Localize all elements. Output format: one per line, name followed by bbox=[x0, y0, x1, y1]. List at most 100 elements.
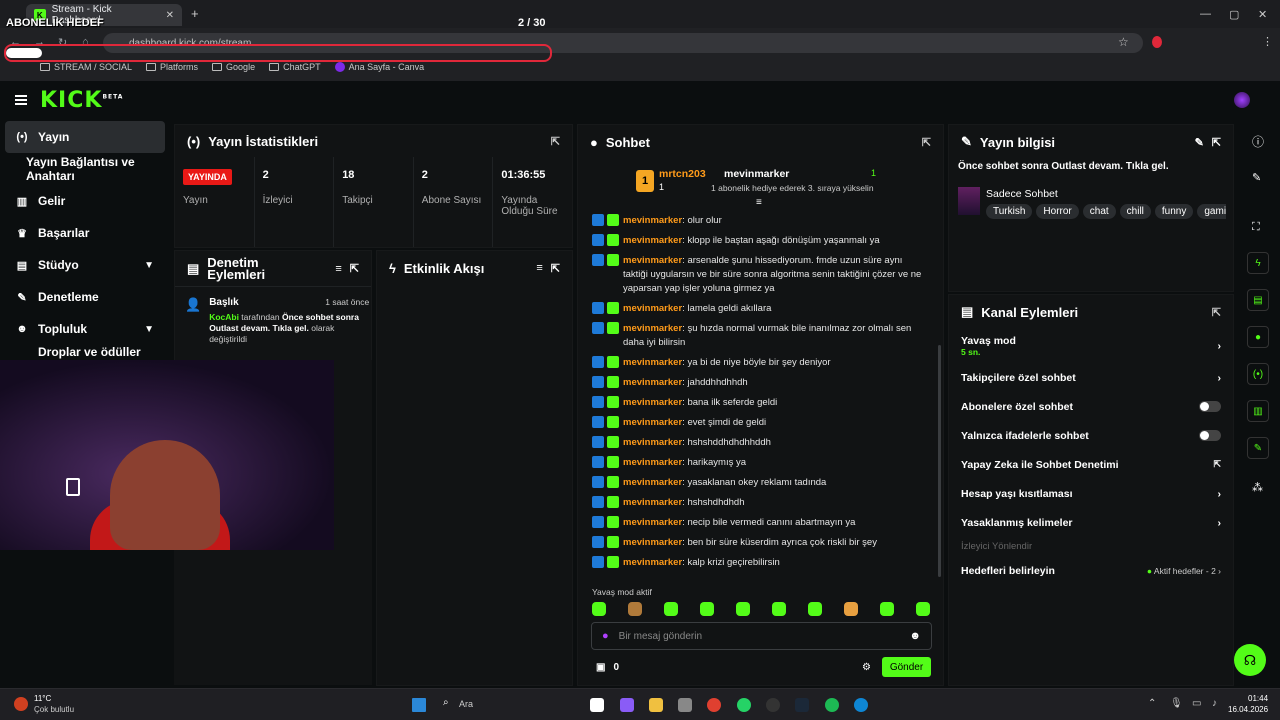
tag[interactable]: chill bbox=[1119, 204, 1151, 219]
star-icon[interactable]: ☆ bbox=[1118, 35, 1129, 49]
bookmark-canva[interactable]: Ana Sayfa - Canva bbox=[334, 62, 424, 72]
chat-username[interactable]: mevinmarker bbox=[623, 417, 682, 428]
obs-icon[interactable] bbox=[766, 698, 780, 712]
sidebar-item-topluluk[interactable]: ☻ Topluluk ▼ bbox=[0, 313, 172, 345]
chat-username[interactable]: mevinmarker bbox=[623, 537, 682, 548]
spotify-icon[interactable] bbox=[825, 698, 839, 712]
rail-lightning-icon[interactable]: ϟ bbox=[1247, 252, 1269, 274]
volume-icon[interactable]: ♪ bbox=[1212, 698, 1217, 709]
emoji-icon[interactable]: ☻ bbox=[909, 630, 921, 642]
chrome-icon[interactable] bbox=[707, 698, 721, 712]
slow-mode-row[interactable]: Yavaş mod 5 sn. › bbox=[949, 329, 1233, 363]
filter-icon[interactable]: ≡ bbox=[335, 263, 341, 275]
expand-icon[interactable]: ≡ bbox=[756, 197, 762, 208]
chat-input[interactable]: ● Bir mesaj gönderin ☻ bbox=[591, 622, 932, 650]
avatar[interactable] bbox=[1234, 92, 1250, 108]
popout-icon[interactable]: ⇱ bbox=[922, 136, 931, 149]
emote-icon[interactable] bbox=[592, 602, 606, 616]
chat-username[interactable]: mevinmarker bbox=[623, 235, 682, 246]
chat-message[interactable]: mevinmarker: şu hızda normal vurmak bile… bbox=[578, 319, 938, 353]
bookmark-stream-social[interactable]: STREAM / SOCIAL bbox=[40, 62, 132, 72]
chat-message[interactable]: mevinmarker: ben bir süre küserdim ayrıc… bbox=[578, 533, 938, 553]
rail-chat-icon[interactable]: ● bbox=[1247, 326, 1269, 348]
rail-sliders-icon[interactable]: ▥ bbox=[1247, 400, 1269, 422]
tag[interactable]: Turkish bbox=[986, 204, 1033, 219]
chat-username[interactable]: mevinmarker bbox=[623, 497, 682, 508]
points-display[interactable]: ▣ 0 bbox=[596, 662, 619, 673]
emote-icon[interactable] bbox=[736, 602, 750, 616]
support-headset-icon[interactable]: ☊ bbox=[1234, 644, 1266, 676]
extension-icon[interactable] bbox=[1152, 36, 1162, 48]
followers-only-row[interactable]: Takipçilere özel sohbet › bbox=[949, 363, 1233, 392]
sidebar-item-yayin[interactable]: (•) Yayın bbox=[5, 121, 165, 153]
emote-icon[interactable] bbox=[628, 602, 642, 616]
chat-message[interactable]: mevinmarker: necip bile vermedi canını a… bbox=[578, 513, 938, 533]
minimize-icon[interactable]: — bbox=[1200, 8, 1211, 20]
app-icon[interactable] bbox=[590, 698, 604, 712]
chat-message[interactable]: mevinmarker: bana ilk seferde geldi bbox=[578, 393, 938, 413]
emote-icon[interactable] bbox=[700, 602, 714, 616]
chat-message[interactable]: mevinmarker: harikaymış ya bbox=[578, 453, 938, 473]
popout-icon[interactable]: ⇱ bbox=[350, 262, 359, 275]
chat-scrollbar[interactable] bbox=[938, 345, 941, 577]
sidebar-item-droplar[interactable]: Droplar ve ödüller bbox=[0, 345, 172, 359]
edit-icon[interactable]: ✎ bbox=[1252, 171, 1261, 184]
bookmark-platforms[interactable]: Platforms bbox=[146, 62, 198, 72]
steam-icon[interactable] bbox=[795, 698, 809, 712]
copilot-icon[interactable] bbox=[620, 698, 634, 712]
chat-username[interactable]: mevinmarker bbox=[623, 357, 682, 368]
tag[interactable]: Horror bbox=[1036, 204, 1079, 219]
tag[interactable]: chat bbox=[1082, 204, 1116, 219]
chat-username[interactable]: mevinmarker bbox=[623, 557, 682, 568]
windows-start-icon[interactable] bbox=[412, 698, 426, 712]
emote-icon[interactable] bbox=[844, 602, 858, 616]
sidebar-item-basarilar[interactable]: ♛ Başarılar bbox=[0, 217, 172, 249]
menu-dots-icon[interactable]: ⋮ bbox=[1262, 35, 1273, 48]
emotes-only-toggle[interactable] bbox=[1199, 430, 1221, 441]
emote-icon[interactable] bbox=[772, 602, 786, 616]
chat-message[interactable]: mevinmarker: jahddhhdhhdh bbox=[578, 373, 938, 393]
info-icon[interactable]: ⓘ bbox=[1252, 133, 1264, 150]
edit-pencil-icon[interactable]: ✎ bbox=[1195, 136, 1204, 149]
emote-icon[interactable] bbox=[916, 602, 930, 616]
chat-username[interactable]: mevinmarker bbox=[623, 437, 682, 448]
whatsapp-icon[interactable] bbox=[737, 698, 751, 712]
chat-username[interactable]: mevinmarker bbox=[623, 323, 682, 334]
hamburger-menu-icon[interactable] bbox=[15, 95, 27, 105]
settings-icon[interactable] bbox=[678, 698, 692, 712]
explorer-icon[interactable] bbox=[649, 698, 663, 712]
fullscreen-icon[interactable]: ⛶ bbox=[1252, 221, 1260, 234]
chat-username[interactable]: mevinmarker bbox=[623, 255, 682, 266]
tag[interactable]: gaming bbox=[1197, 204, 1226, 219]
chat-message[interactable]: mevinmarker: yasaklanan okey reklamı tad… bbox=[578, 473, 938, 493]
users-icon[interactable]: ⁂ bbox=[1252, 481, 1263, 494]
goals-row[interactable]: Hedefleri belirleyin ● Aktif hedefler - 2… bbox=[949, 556, 1233, 585]
chat-message[interactable]: mevinmarker: ya bi de niye böyle bir şey… bbox=[578, 353, 938, 373]
chat-message[interactable]: mevinmarker: klopp ile baştan aşağı dönü… bbox=[578, 231, 938, 251]
tray-chevron-icon[interactable]: ⌃ bbox=[1148, 698, 1156, 709]
popout-icon[interactable]: ⇱ bbox=[1212, 306, 1221, 319]
new-tab-icon[interactable]: + bbox=[191, 6, 199, 21]
tag[interactable]: funny bbox=[1154, 204, 1194, 219]
settings-gear-icon[interactable]: ⚙ bbox=[862, 662, 871, 673]
popout-icon[interactable]: ⇱ bbox=[551, 262, 560, 275]
emote-icon[interactable] bbox=[808, 602, 822, 616]
close-tab-icon[interactable]: ✕ bbox=[166, 10, 174, 21]
filter-icon[interactable]: ≡ bbox=[536, 262, 542, 274]
kick-logo[interactable]: KICKBETA bbox=[40, 88, 123, 113]
mic-tray-icon[interactable]: 🎙 bbox=[1170, 698, 1183, 709]
popout-icon[interactable]: ⇱ bbox=[1212, 136, 1221, 149]
chat-username[interactable]: mevinmarker bbox=[623, 303, 682, 314]
subs-only-toggle[interactable] bbox=[1199, 401, 1221, 412]
rail-broadcast-icon[interactable]: (•) bbox=[1247, 363, 1269, 385]
chat-username[interactable]: mevinmarker bbox=[623, 215, 682, 226]
sidebar-item-gelir[interactable]: ▥ Gelir bbox=[0, 185, 172, 217]
chat-message[interactable]: mevinmarker: kalp krizi geçirebilirsin bbox=[578, 553, 938, 573]
sidebar-item-stream-key[interactable]: Yayın Bağlantısı ve Anahtarı bbox=[0, 153, 172, 185]
chat-message[interactable]: mevinmarker: hshshdhdhdh bbox=[578, 493, 938, 513]
emote-icon[interactable] bbox=[664, 602, 678, 616]
popout-icon[interactable]: ⇱ bbox=[551, 135, 560, 148]
bookmark-google[interactable]: Google bbox=[212, 62, 255, 72]
rail-clipboard-icon[interactable]: ▤ bbox=[1247, 289, 1269, 311]
network-icon[interactable]: ▭ bbox=[1192, 698, 1201, 709]
